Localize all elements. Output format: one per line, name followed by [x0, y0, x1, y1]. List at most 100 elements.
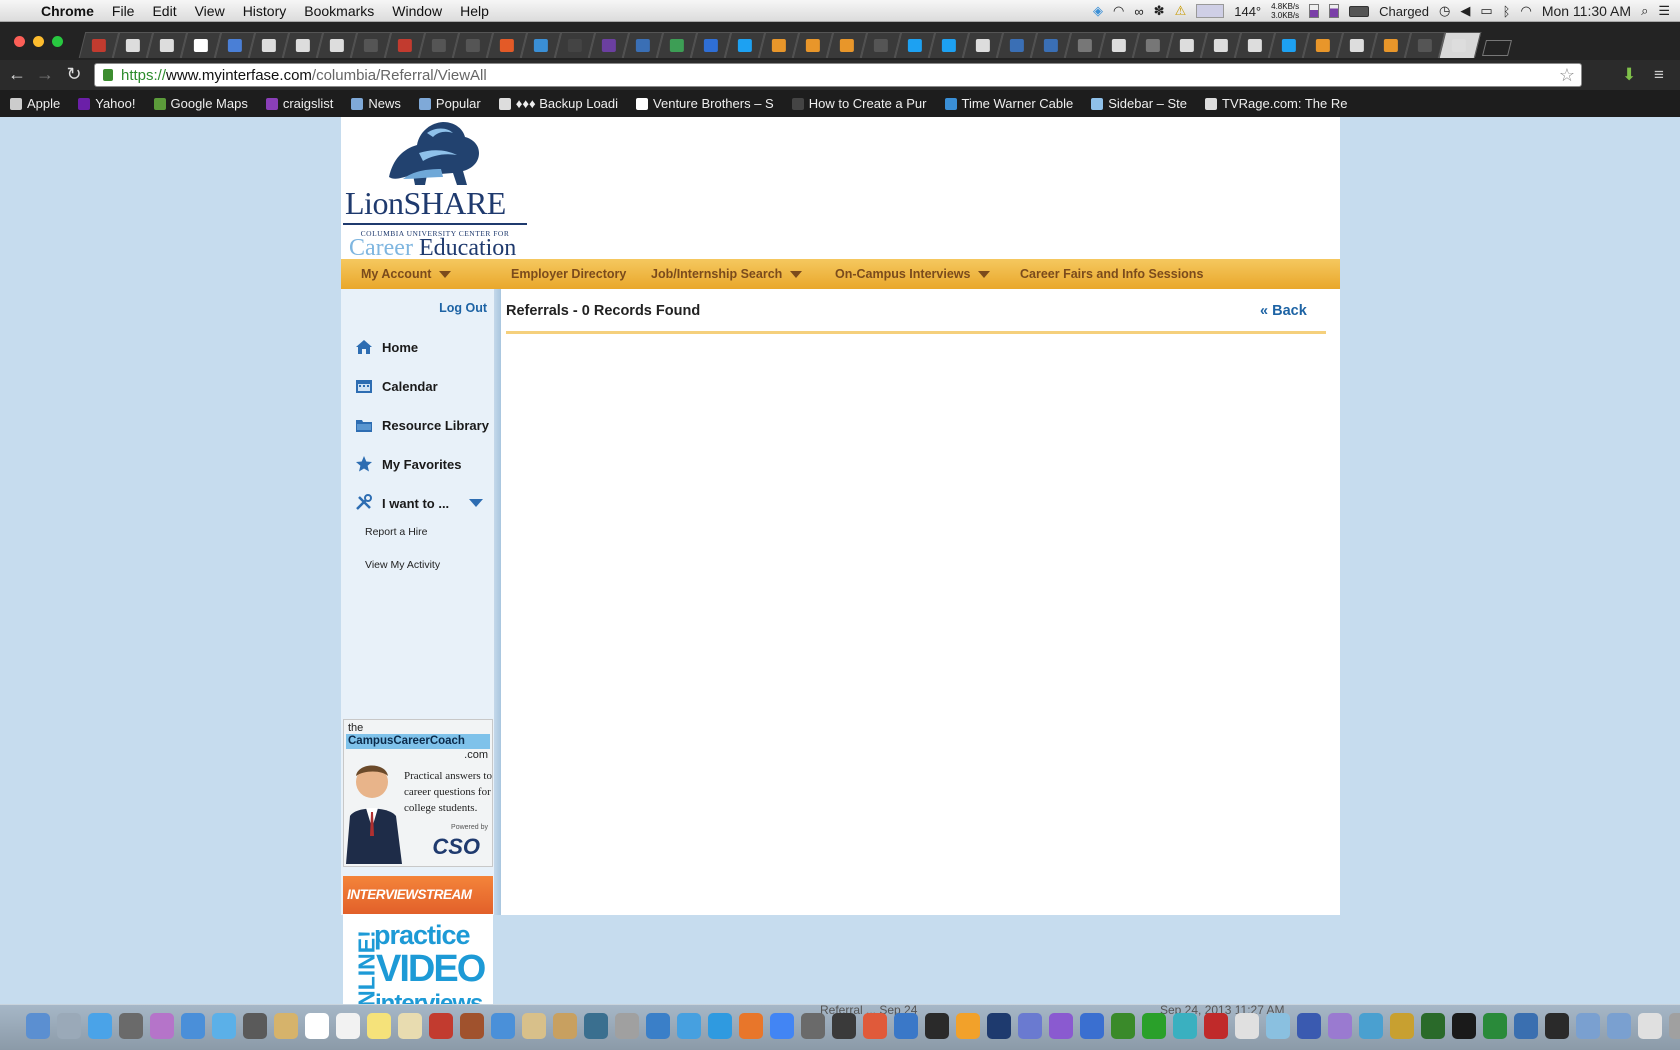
bookmark-item[interactable]: Sidebar – Ste	[1091, 96, 1187, 111]
spotlight-search-icon[interactable]: ⌕	[1641, 3, 1648, 19]
dock-app-icon[interactable]	[1576, 1013, 1600, 1039]
dock-app-icon[interactable]	[739, 1013, 763, 1039]
back-link[interactable]: « Back	[1260, 303, 1307, 319]
menu-file[interactable]: File	[103, 3, 144, 19]
nav-employer-directory[interactable]: Employer Directory	[511, 267, 626, 281]
dock-app-icon[interactable]	[1421, 1013, 1445, 1039]
sidebar-item-resource-library[interactable]: Resource Library	[355, 416, 489, 434]
dock-app-icon[interactable]	[1452, 1013, 1476, 1039]
dock-app-icon[interactable]	[1638, 1013, 1662, 1039]
dock-app-icon[interactable]	[119, 1013, 143, 1039]
dock-app-icon[interactable]	[243, 1013, 267, 1039]
app-menu-chrome[interactable]: Chrome	[32, 3, 103, 19]
dock-app-icon[interactable]	[708, 1013, 732, 1039]
dock-app-icon[interactable]	[1049, 1013, 1073, 1039]
dropbox-icon[interactable]: ◈	[1093, 3, 1103, 19]
dock-app-icon[interactable]	[1204, 1013, 1228, 1039]
menu-bookmarks[interactable]: Bookmarks	[295, 3, 383, 19]
nav-on-campus-interviews[interactable]: On-Campus Interviews	[835, 267, 991, 281]
sidebar-item-i-want-to[interactable]: I want to ...	[355, 494, 484, 512]
dock-app-icon[interactable]	[150, 1013, 174, 1039]
dock-app-icon[interactable]	[367, 1013, 391, 1039]
bookmark-item[interactable]: craigslist	[265, 96, 333, 111]
battery-icon[interactable]	[1349, 5, 1370, 17]
bookmark-item[interactable]: How to Create a Pur	[791, 96, 927, 111]
bookmark-item[interactable]: Google Maps	[153, 96, 248, 111]
bluetooth-icon[interactable]: ᛒ	[1503, 4, 1511, 19]
dock-app-icon[interactable]	[181, 1013, 205, 1039]
back-arrow-icon[interactable]: ←	[6, 64, 28, 85]
notification-center-icon[interactable]: ☰	[1658, 3, 1670, 19]
dock-app-icon[interactable]	[646, 1013, 670, 1039]
dock-app-icon[interactable]	[1173, 1013, 1197, 1039]
menu-window[interactable]: Window	[383, 3, 451, 19]
menu-help[interactable]: Help	[451, 3, 498, 19]
paw-icon[interactable]: ✽	[1154, 3, 1165, 19]
battery-status[interactable]: Charged	[1379, 4, 1429, 19]
lionshare-logo[interactable]: LionSHARE COLUMBIA UNIVERSITY CENTER FOR…	[343, 119, 529, 261]
dock-app-icon[interactable]	[584, 1013, 608, 1039]
dock-app-icon[interactable]	[1514, 1013, 1538, 1039]
dock-app-icon[interactable]	[1142, 1013, 1166, 1039]
time-machine-icon[interactable]: ◷	[1439, 3, 1450, 19]
bookmark-item[interactable]: Yahoo!	[78, 96, 136, 111]
logout-link[interactable]: Log Out	[439, 301, 487, 315]
dock-app-icon[interactable]	[1235, 1013, 1259, 1039]
close-window-icon[interactable]	[14, 36, 25, 47]
bookmark-item[interactable]: TVRage.com: The Re	[1205, 96, 1348, 111]
sidebar-item-my-favorites[interactable]: My Favorites	[355, 455, 461, 473]
dock-app-icon[interactable]	[398, 1013, 422, 1039]
creative-cloud-icon[interactable]: ∞	[1134, 4, 1143, 19]
dock-app-icon[interactable]	[26, 1013, 50, 1039]
network-speed[interactable]: 4.8KB/s 3.0KB/s	[1271, 2, 1299, 20]
dock-app-icon[interactable]	[925, 1013, 949, 1039]
bookmark-star-icon[interactable]: ☆	[1559, 65, 1575, 86]
dock-app-icon[interactable]	[491, 1013, 515, 1039]
dock-app-icon[interactable]	[956, 1013, 980, 1039]
dock-app-icon[interactable]	[1328, 1013, 1352, 1039]
bookmark-item[interactable]: Apple	[10, 96, 60, 111]
bookmark-item[interactable]: News	[351, 96, 401, 111]
dock-app-icon[interactable]	[770, 1013, 794, 1039]
browser-tab[interactable]	[1438, 32, 1482, 58]
dock-app-icon[interactable]	[1545, 1013, 1569, 1039]
nav-career-fairs[interactable]: Career Fairs and Info Sessions	[1020, 267, 1203, 281]
bookmark-item[interactable]: Venture Brothers – S	[636, 96, 774, 111]
dock-app-icon[interactable]	[863, 1013, 887, 1039]
temperature-readout[interactable]: 144°	[1234, 4, 1261, 19]
headphones-icon[interactable]: ◠	[1113, 3, 1124, 19]
dock-app-icon[interactable]	[336, 1013, 360, 1039]
dock-app-icon[interactable]	[1669, 1013, 1680, 1039]
bookmark-item[interactable]: Time Warner Cable	[944, 96, 1073, 111]
memory-meter-icon[interactable]	[1309, 4, 1320, 18]
cpu-graph-icon[interactable]	[1196, 4, 1225, 18]
menu-view[interactable]: View	[186, 3, 234, 19]
volume-icon[interactable]: ◀	[1460, 3, 1470, 19]
dock-app-icon[interactable]	[460, 1013, 484, 1039]
chrome-menu-icon[interactable]: ≡	[1654, 65, 1664, 85]
nav-my-account[interactable]: My Account	[361, 267, 452, 281]
dock-app-icon[interactable]	[677, 1013, 701, 1039]
dock-app-icon[interactable]	[429, 1013, 453, 1039]
sidebar-link-report-hire[interactable]: Report a Hire	[365, 526, 427, 538]
disk-meter-icon[interactable]	[1329, 4, 1340, 18]
dock-app-icon[interactable]	[522, 1013, 546, 1039]
zoom-window-icon[interactable]	[52, 36, 63, 47]
dock-app-icon[interactable]	[987, 1013, 1011, 1039]
dock-app-icon[interactable]	[1018, 1013, 1042, 1039]
new-tab-button[interactable]	[1482, 40, 1512, 56]
sidebar-item-calendar[interactable]: Calendar	[355, 377, 438, 395]
reload-icon[interactable]: ↻	[63, 64, 85, 85]
dock-app-icon[interactable]	[553, 1013, 577, 1039]
dock-app-icon[interactable]	[212, 1013, 236, 1039]
dock-app-icon[interactable]	[832, 1013, 856, 1039]
dock-app-icon[interactable]	[57, 1013, 81, 1039]
minimize-window-icon[interactable]	[33, 36, 44, 47]
dock-app-icon[interactable]	[1359, 1013, 1383, 1039]
dock-app-icon[interactable]	[615, 1013, 639, 1039]
secure-lock-icon[interactable]	[103, 69, 113, 81]
chevron-down-icon[interactable]	[469, 499, 484, 507]
download-arrow-icon[interactable]: ⬇	[1622, 65, 1636, 85]
sidebar-item-home[interactable]: Home	[355, 338, 418, 356]
dock-app-icon[interactable]	[1266, 1013, 1290, 1039]
